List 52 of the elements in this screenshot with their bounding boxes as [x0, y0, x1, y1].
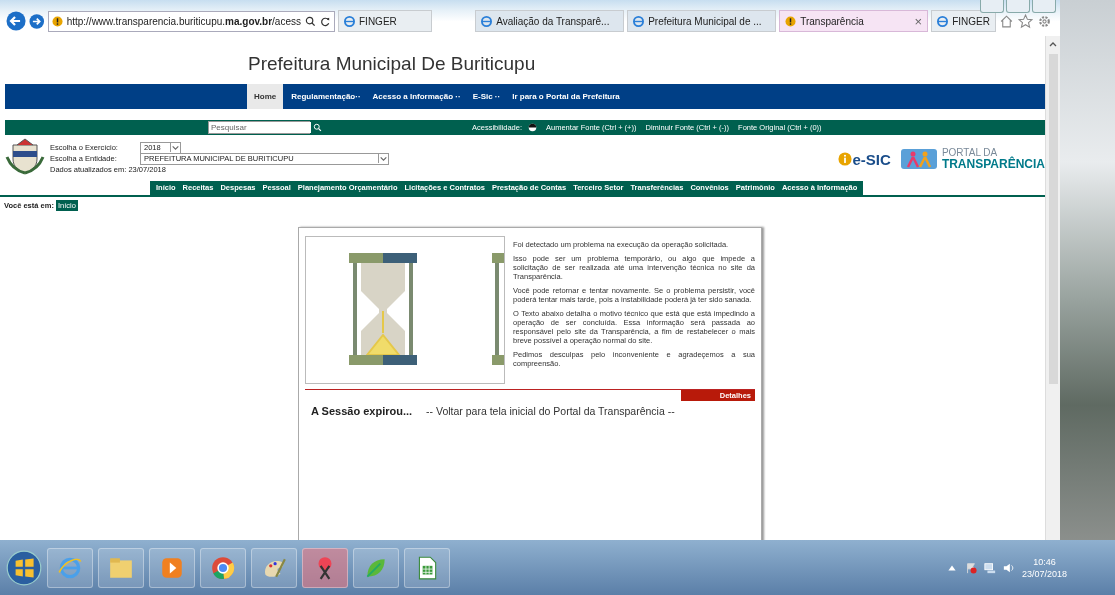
taskbar-app[interactable]: [404, 547, 450, 588]
circle-logo-icon: [210, 554, 236, 581]
search-field[interactable]: Pesquisar: [208, 121, 310, 134]
nav-link[interactable]: E-Sic ··: [468, 84, 505, 109]
maximize-icon[interactable]: [1006, 0, 1030, 13]
browser-tab[interactable]: FINGER: [931, 10, 996, 32]
esic-logo[interactable]: e-SIC: [837, 150, 891, 168]
flag-icon[interactable]: [964, 561, 977, 574]
globe-e-icon: [344, 15, 355, 27]
minimize-icon[interactable]: [980, 0, 1004, 13]
url-text: http://www.transparencia.buriticupu.ma.gov.br/acess: [66, 15, 301, 27]
search-icon[interactable]: [305, 15, 316, 27]
refresh-icon[interactable]: [320, 15, 331, 27]
close-icon[interactable]: [1032, 0, 1056, 13]
nav-link[interactable]: Ir para o Portal da Prefeitura: [508, 84, 624, 109]
site-title: Prefeitura Municipal De Buriticupu: [247, 52, 537, 76]
people-icon: [900, 147, 937, 171]
nav-link[interactable]: Acesso a Informação ··: [368, 84, 465, 109]
start-button[interactable]: [6, 549, 42, 586]
tab-close[interactable]: ×: [914, 13, 923, 29]
globe-e-icon: [937, 15, 949, 27]
back-link[interactable]: -- Voltar para tela inicial do Portal da Transparência --: [426, 404, 675, 417]
search-icon[interactable]: [313, 123, 322, 132]
taskbar-app[interactable]: [200, 547, 246, 588]
nav-link[interactable]: Home: [247, 84, 284, 109]
warning-icon: [51, 15, 63, 27]
settings-icon[interactable]: [1037, 13, 1052, 29]
network-icon[interactable]: [983, 561, 996, 574]
star-icon[interactable]: [1018, 13, 1033, 29]
caret-icon: [170, 143, 180, 152]
browser-tab[interactable]: Avaliação da Transparê...: [475, 10, 625, 32]
portal-logo[interactable]: PORTAL DA TRANSPARÊNCIA: [900, 147, 1045, 171]
warning-icon: [785, 15, 797, 27]
info-icon: [837, 152, 852, 166]
forward-icon[interactable]: [29, 12, 45, 30]
caret-icon: [378, 154, 388, 163]
taskbar-app[interactable]: [302, 547, 348, 588]
back-icon[interactable]: [6, 10, 27, 32]
contrast-icon[interactable]: [528, 123, 538, 132]
crest-drawing: [5, 137, 45, 177]
globe-e-icon: [481, 15, 493, 27]
globe-e-icon: [633, 15, 645, 27]
browser-tab[interactable]: FINGER: [338, 10, 433, 32]
scroll-up-icon[interactable]: [1048, 40, 1058, 48]
home-icon[interactable]: [999, 13, 1014, 29]
address-field[interactable]: http://www.transparencia.buriticupu.ma.gov.br/acess: [47, 10, 335, 32]
nav-link[interactable]: Regulamentação··: [287, 84, 365, 109]
browser-tab[interactable]: Prefeitura Municipal de ...: [627, 10, 777, 32]
browser-tab[interactable]: Transparência ×: [779, 10, 929, 32]
speaker-icon[interactable]: [1002, 561, 1015, 574]
session-message: A Sessão expirou...: [311, 404, 413, 417]
scrollbar[interactable]: [1045, 36, 1060, 540]
